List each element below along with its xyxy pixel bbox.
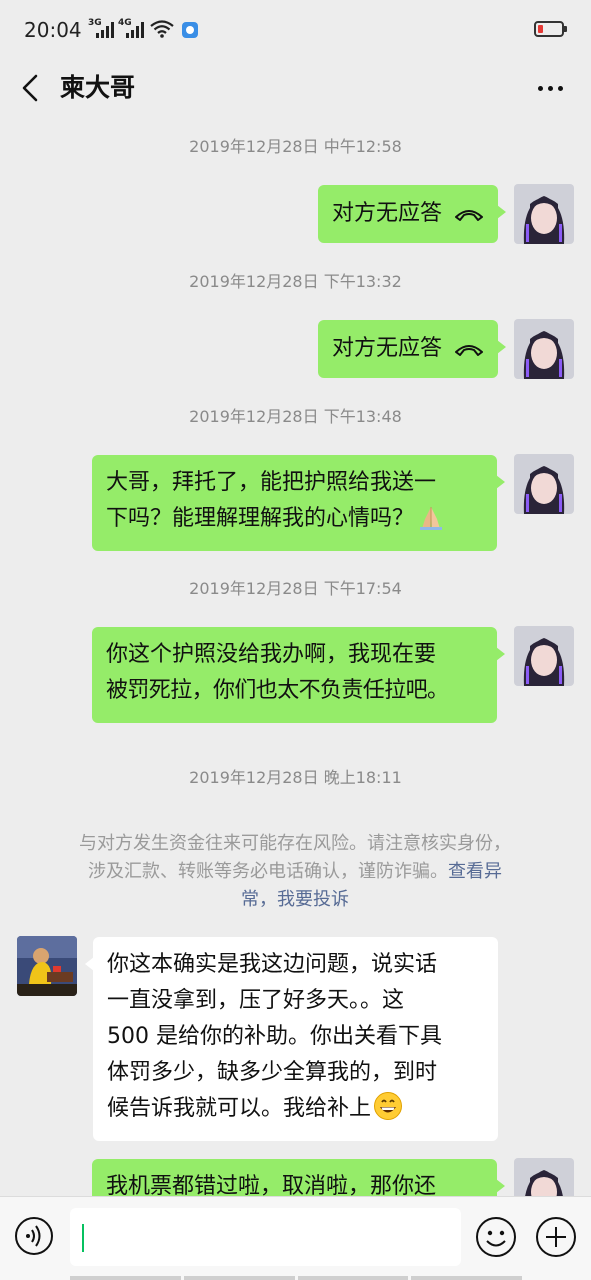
- message-line: 下吗？能理解理解我的心情吗？: [106, 506, 415, 531]
- timestamp: 2019年12月28日 下午13:32: [189, 272, 402, 291]
- avatar-image: [17, 936, 77, 996]
- message-text: 对方无应答: [331, 336, 442, 361]
- my-avatar[interactable]: [514, 454, 574, 514]
- emoji-button[interactable]: [475, 1216, 517, 1258]
- avatar-image: [514, 319, 574, 379]
- status-time: 20:04: [24, 18, 82, 42]
- notice-line: 涉及汇款、转账等务必电话确认，谨防诈骗。: [88, 861, 448, 882]
- message-bubble[interactable]: 你这个护照没给我办啊，我现在要 被罚死拉，你们也太不负责任拉吧。: [92, 627, 505, 723]
- message-line: 你这个护照没给我办啊，我现在要: [106, 642, 437, 667]
- message-bubble-call[interactable]: 对方无应答: [317, 320, 507, 378]
- report-link[interactable]: 常，我要投诉: [241, 889, 349, 910]
- notice-line: 与对方发生资金往来可能存在风险。请注意核实身份，: [79, 833, 511, 854]
- message-line: 500 是给你的补助。你出关看下具: [107, 1024, 442, 1049]
- chat-title: 柬大哥: [60, 73, 136, 102]
- message-bubble-call[interactable]: 对方无应答: [317, 185, 507, 243]
- timestamp: 2019年12月28日 下午17:54: [189, 579, 402, 598]
- text-caret: [82, 1224, 84, 1252]
- risk-notice: 与对方发生资金往来可能存在风险。请注意核实身份， 涉及汇款、转账等务必电话确认，…: [40, 830, 550, 914]
- avatar-image: [514, 1158, 574, 1196]
- message-line: 候告诉我就可以。我给补上: [107, 1096, 372, 1121]
- message-text: 对方无应答: [331, 201, 442, 226]
- message-line: 我机票都错过啦，取消啦，那你还: [106, 1174, 437, 1196]
- report-link[interactable]: 查看异: [448, 861, 502, 882]
- message-bubble[interactable]: 大哥，拜托了，能把护照给我送一 下吗？能理解理解我的心情吗？: [92, 455, 505, 551]
- home-indicator: [70, 1276, 522, 1280]
- wifi-icon: [150, 20, 174, 38]
- back-button[interactable]: [14, 66, 50, 110]
- message-line: 体罚多少，缺多少全算我的，到时: [107, 1060, 438, 1085]
- emoji-icon: [476, 1217, 516, 1257]
- my-avatar[interactable]: [514, 184, 574, 244]
- app-notification-icon: [182, 22, 198, 38]
- battery-icon: [534, 21, 567, 37]
- chat-area[interactable]: 2019年12月28日 中午12:58 对方无应答 2019年12月28日 下午…: [0, 118, 591, 1196]
- my-avatar[interactable]: [514, 1158, 574, 1196]
- input-bar: [0, 1196, 591, 1280]
- message-line: 一直没拿到，压了好多天。。这: [107, 988, 405, 1013]
- hangup-phone-icon: [455, 210, 483, 221]
- grinning-face-emoji: [374, 1092, 403, 1120]
- my-avatar[interactable]: [514, 319, 574, 379]
- timestamp: 2019年12月28日 晚上18:11: [189, 768, 402, 787]
- message-bubble[interactable]: 我机票都错过啦，取消啦，那你还: [92, 1159, 505, 1196]
- message-line: 被罚死拉，你们也太不负责任拉吧。: [106, 678, 449, 703]
- timestamp: 2019年12月28日 下午13:48: [189, 407, 402, 426]
- more-actions-button[interactable]: [535, 1216, 577, 1258]
- voice-button[interactable]: [14, 1216, 54, 1256]
- avatar-image: [514, 626, 574, 686]
- more-button[interactable]: [528, 66, 572, 110]
- message-line: 你这本确实是我这边问题，说实话: [107, 952, 438, 977]
- voice-icon: [15, 1217, 53, 1255]
- contact-avatar[interactable]: [17, 936, 77, 996]
- plus-icon: [536, 1217, 576, 1257]
- chevron-left-icon: [22, 74, 38, 102]
- hangup-phone-icon: [455, 345, 483, 356]
- folded-hands-emoji: [420, 507, 443, 530]
- my-avatar[interactable]: [514, 626, 574, 686]
- chat-header: 柬大哥: [0, 58, 591, 118]
- message-input[interactable]: [70, 1208, 461, 1266]
- message-line: 大哥，拜托了，能把护照给我送一: [106, 470, 437, 495]
- status-bar: 20:04 3G 4G: [0, 0, 591, 58]
- more-dots-icon: [537, 85, 543, 91]
- avatar-image: [514, 184, 574, 244]
- avatar-image: [514, 454, 574, 514]
- message-bubble-received[interactable]: 你这本确实是我这边问题，说实话 一直没拿到，压了好多天。。这 500 是给你的补…: [85, 937, 498, 1141]
- timestamp: 2019年12月28日 中午12:58: [189, 137, 402, 156]
